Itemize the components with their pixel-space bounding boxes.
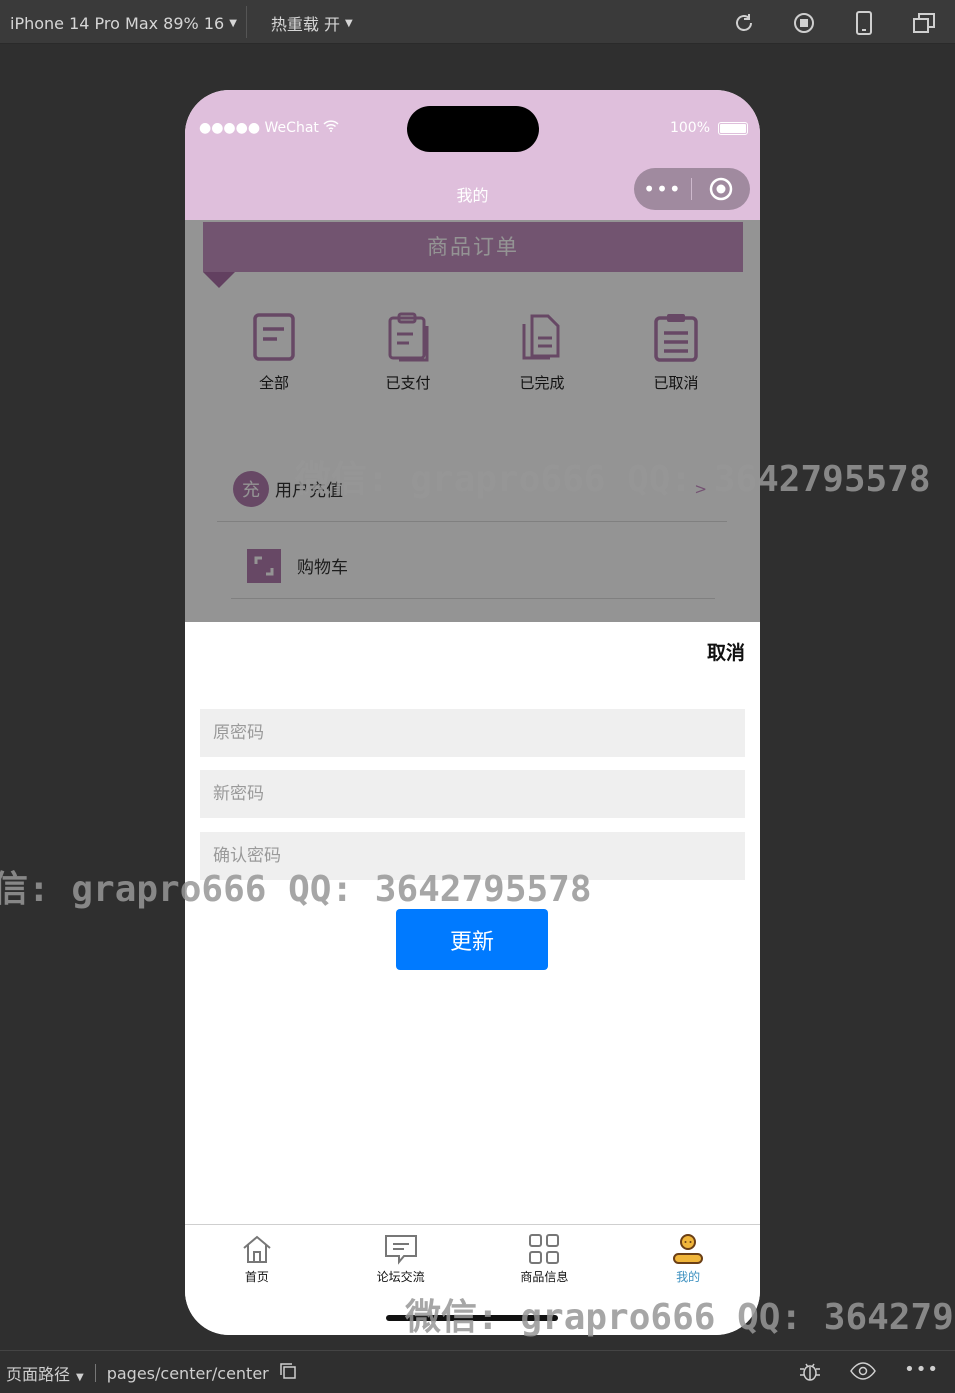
dynamic-island [407, 106, 539, 152]
carrier-text: ●●●●● WeChat [199, 120, 319, 136]
close-mini-program-icon[interactable] [692, 177, 749, 201]
change-password-sheet: 取消 更新 [185, 622, 760, 1224]
chevron-down-icon: ▼ [344, 17, 353, 29]
update-button[interactable]: 更新 [396, 909, 548, 970]
eye-icon[interactable] [850, 1359, 877, 1387]
chevron-down-icon: ▼ [76, 1372, 84, 1383]
confirm-password-input[interactable] [200, 832, 745, 880]
bug-icon[interactable] [798, 1359, 822, 1387]
phone-icon[interactable] [849, 8, 879, 38]
modal-overlay[interactable] [185, 220, 760, 622]
status-bar: ●●●●● WeChat 100% [185, 90, 760, 162]
mini-program-capsule: ••• [634, 168, 750, 210]
devtools-status-bar: 页面路径 ▼ pages/center/center ••• [0, 1350, 955, 1393]
page-path-selector[interactable]: 页面路径 ▼ [6, 1361, 84, 1385]
old-password-input[interactable] [200, 709, 745, 757]
window-icon[interactable] [909, 8, 939, 38]
page-path: pages/center/center [106, 1363, 269, 1383]
user-icon [673, 1234, 704, 1264]
old-password-field [200, 709, 745, 757]
tab-mine-label: 我的 [676, 1270, 701, 1284]
tab-mine[interactable]: 我的 [616, 1225, 760, 1335]
device-selector[interactable]: iPhone 14 Pro Max 89% 16 ▼ [10, 11, 237, 35]
devtools-toolbar: iPhone 14 Pro Max 89% 16 ▼ 热重载 开 ▼ [0, 0, 955, 44]
battery-text: 100% [669, 120, 710, 136]
path-divider [94, 1364, 96, 1382]
wifi-icon [323, 120, 339, 136]
message-icon [384, 1235, 417, 1265]
toolbar-divider [246, 6, 247, 38]
cancel-button[interactable]: 取消 [707, 638, 745, 665]
home-icon [243, 1235, 271, 1263]
tab-home-label: 首页 [244, 1270, 269, 1284]
battery-icon [718, 121, 748, 135]
hot-reload-toggle[interactable]: 热重载 开 ▼ [271, 11, 353, 35]
new-password-input[interactable] [200, 770, 745, 818]
new-password-field [200, 770, 745, 818]
chevron-down-icon: ▼ [229, 17, 237, 29]
grid-icon [529, 1234, 560, 1264]
refresh-icon[interactable] [729, 8, 759, 38]
home-indicator[interactable] [386, 1315, 558, 1321]
tab-forum-label: 论坛交流 [376, 1270, 425, 1284]
stop-icon[interactable] [789, 8, 819, 38]
phone-simulator: ●●●●● WeChat 100% 我的 ••• 商品订单 全部 已支付 已完成… [185, 90, 760, 1335]
confirm-password-field [200, 832, 745, 880]
tab-home[interactable]: 首页 [185, 1225, 329, 1335]
copy-icon[interactable] [279, 1362, 297, 1384]
more-options-icon[interactable]: ••• [904, 1359, 939, 1387]
tab-products-label: 商品信息 [520, 1270, 569, 1284]
nav-bar: 我的 ••• [185, 162, 760, 220]
more-icon[interactable]: ••• [634, 179, 691, 199]
